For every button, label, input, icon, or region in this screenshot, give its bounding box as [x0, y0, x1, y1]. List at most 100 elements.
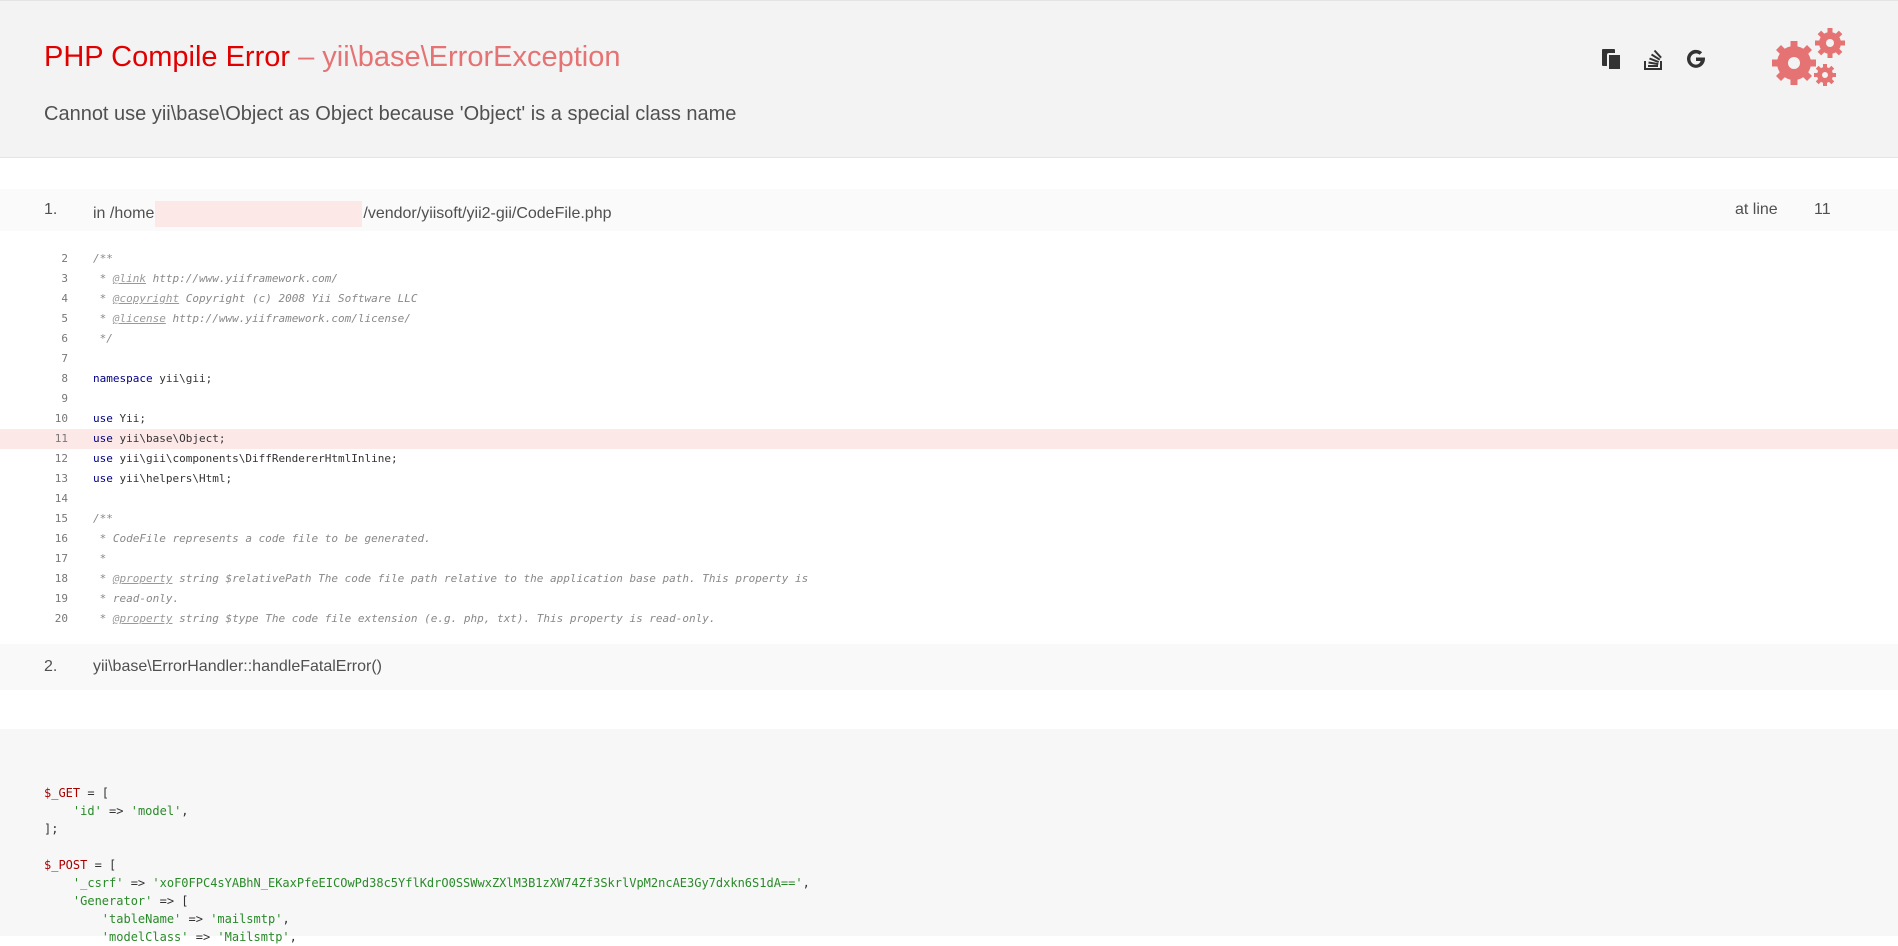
code-line: 17 * — [0, 549, 1898, 569]
doc-tag: @property — [112, 572, 173, 585]
code-line: 5 * @license http://www.yiiframework.com… — [0, 309, 1898, 329]
keyword: namespace — [93, 372, 153, 385]
comment-text: string $type The code file extension (e.… — [172, 612, 716, 625]
line-number: 13 — [54, 472, 68, 485]
code-line: 7 — [0, 349, 1898, 369]
get-var: $_GET — [44, 786, 81, 800]
line-number: 6 — [61, 332, 68, 345]
line-source: * @copyright Copyright (c) 2008 Yii Soft… — [93, 289, 418, 309]
comment: * — [93, 312, 113, 325]
line-source: use yii\helpers\Html; — [93, 469, 232, 489]
get-val: 'model' — [130, 804, 182, 818]
line-number: 11 — [1814, 201, 1831, 218]
code-line: 9 — [0, 389, 1898, 409]
copy-icon[interactable] — [1600, 47, 1624, 71]
line-number: 15 — [54, 512, 68, 525]
code-line-error: 11 use yii\base\Object; — [0, 429, 1898, 449]
code-text: yii\helpers\Html; — [112, 472, 233, 485]
exception-class: yii\base\ErrorException — [322, 41, 621, 73]
doc-tag: @license — [112, 312, 166, 325]
keyword: use — [93, 452, 113, 465]
line-number: 8 — [61, 372, 68, 385]
call-number: 2. — [44, 658, 58, 675]
line-number: 10 — [54, 412, 68, 425]
keyword: use — [93, 472, 113, 485]
comment: */ — [93, 332, 113, 345]
line-source: use yii\base\Object; — [93, 429, 225, 449]
csrf-key: '_csrf' — [72, 876, 124, 890]
line-source: * @link http://www.yiiframework.com/ — [93, 269, 338, 289]
line-number: 12 — [54, 452, 68, 465]
line-number: 19 — [54, 592, 68, 605]
comment: /** — [93, 512, 113, 525]
line-number: 18 — [54, 572, 68, 585]
code-line: 4 * @copyright Copyright (c) 2008 Yii So… — [0, 289, 1898, 309]
error-type: PHP Compile Error — [44, 41, 291, 73]
get-key: 'id' — [72, 804, 102, 818]
line-source: /** — [93, 509, 113, 529]
request-info: $_GET = [ 'id' => 'model', ]; $_POST = [… — [0, 729, 1898, 944]
call-file-path: in /home/vendor/yiisoft/yii2-gii/CodeFil… — [93, 201, 612, 227]
comment: * — [93, 292, 113, 305]
post-var: $_POST — [44, 858, 88, 872]
code-text: yii\gii\components\DiffRendererHtmlInlin… — [112, 452, 398, 465]
comment: * — [93, 612, 113, 625]
line-source: * — [93, 549, 107, 569]
line-number: 11 — [54, 432, 68, 445]
line-source: * @license http://www.yiiframework.com/l… — [93, 309, 411, 329]
line-number: 2 — [61, 252, 68, 265]
google-icon[interactable] — [1684, 47, 1708, 71]
line-number: 7 — [61, 352, 68, 365]
code-line: 19 * read-only. — [0, 589, 1898, 609]
code-line: 8 namespace yii\gii; — [0, 369, 1898, 389]
call-stack-item-2[interactable]: 2. yii\base\ErrorHandler::handleFatalErr… — [0, 644, 1898, 690]
doc-tag: @property — [112, 612, 173, 625]
code-line: 20 * @property string $type The code fil… — [0, 609, 1898, 629]
line-source: namespace yii\gii; — [93, 369, 212, 389]
code-line: 18 * @property string $relativePath The … — [0, 569, 1898, 589]
line-number: 17 — [54, 552, 68, 565]
call-stack-item-1[interactable]: 1. in /home/vendor/yiisoft/yii2-gii/Code… — [0, 189, 1898, 231]
line-number: 4 — [61, 292, 68, 305]
line-number: 3 — [61, 272, 68, 285]
line-source: use yii\gii\components\DiffRendererHtmlI… — [93, 449, 398, 469]
comment: * — [93, 572, 113, 585]
error-separator: – — [290, 41, 323, 73]
comment-text: http://www.yiiframework.com/ — [146, 272, 339, 285]
code-text: yii\base\Object; — [112, 432, 226, 445]
path-suffix: /vendor/yiisoft/yii2-gii/CodeFile.php — [363, 205, 612, 223]
code-line: 13 use yii\helpers\Html; — [0, 469, 1898, 489]
csrf-val: 'xoF0FPC4sYABhN_EKaxPfeEICOwPd38c5YflKdr… — [152, 876, 803, 890]
call-function: yii\base\ErrorHandler::handleFatalError(… — [93, 658, 382, 675]
path-prefix: in /home — [93, 205, 155, 223]
line-source: */ — [93, 329, 113, 349]
line-source: * @property string $type The code file e… — [93, 609, 716, 629]
code-snippet: 2 /** 3 * @link http://www.yiiframework.co… — [0, 249, 1898, 629]
code-line: 6 */ — [0, 329, 1898, 349]
line-source: * CodeFile represents a code file to be … — [93, 529, 431, 549]
code-line: 15 /** — [0, 509, 1898, 529]
table-key: 'tableName' — [101, 912, 182, 926]
error-message: Cannot use yii\base\Object as Object bec… — [44, 103, 737, 125]
doc-tag: @link — [112, 272, 146, 285]
line-number: 9 — [61, 392, 68, 405]
stackoverflow-icon[interactable] — [1642, 47, 1666, 71]
line-number: 5 — [61, 312, 68, 325]
table-val: 'mailsmtp' — [210, 912, 283, 926]
comment: * read-only. — [93, 592, 180, 605]
doc-tag: @copyright — [112, 292, 180, 305]
comment: * CodeFile represents a code file to be … — [93, 532, 431, 545]
comment-text: Copyright (c) 2008 Yii Software LLC — [179, 292, 418, 305]
generator-key: 'Generator' — [72, 894, 153, 908]
error-title: PHP Compile Error – yii\base\ErrorExcept… — [44, 41, 620, 74]
line-source: use Yii; — [93, 409, 146, 429]
comment: /** — [93, 252, 113, 265]
line-number: 20 — [54, 612, 68, 625]
line-number: 14 — [54, 492, 68, 505]
code-line: 12 use yii\gii\components\DiffRendererHtm… — [0, 449, 1898, 469]
model-val: 'Mailsmtp' — [217, 930, 290, 944]
redacted-path — [155, 201, 363, 227]
code-line: 10 use Yii; — [0, 409, 1898, 429]
line-source: /** — [93, 249, 113, 269]
keyword: use — [93, 412, 113, 425]
